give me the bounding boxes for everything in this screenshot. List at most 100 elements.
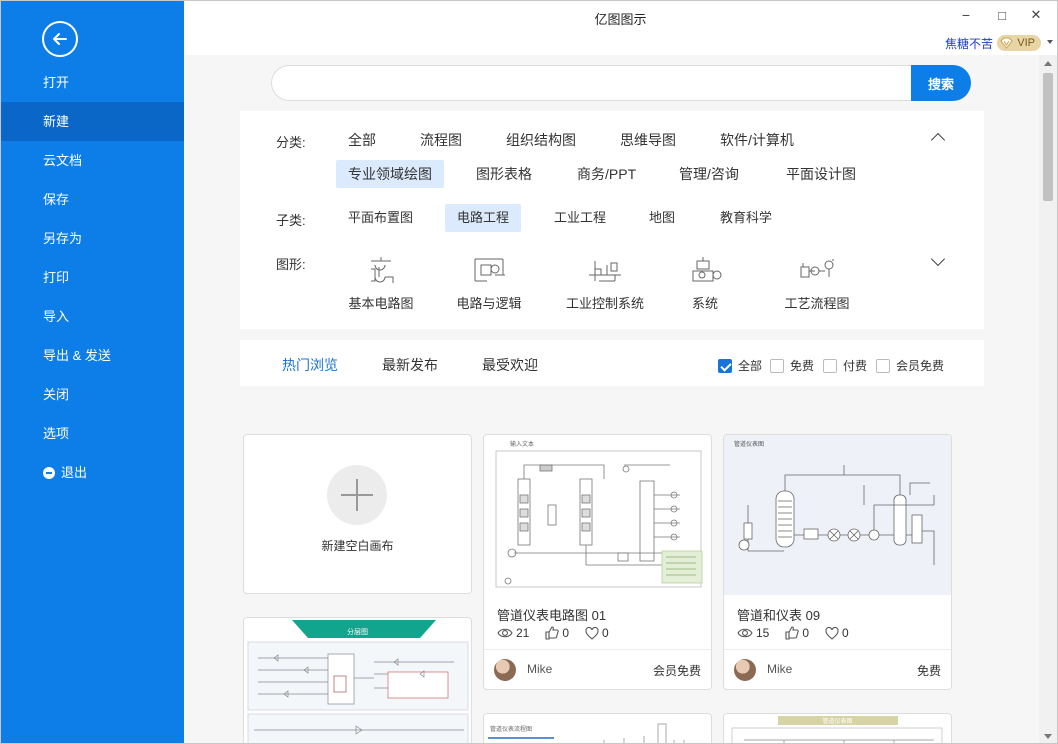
expand-chevron-down-icon[interactable] [930, 251, 946, 267]
likes-count: 0 [802, 626, 810, 640]
shape-process-flow[interactable]: 工艺流程图 [762, 255, 872, 312]
sidebar-item-label: 另存为 [43, 231, 83, 246]
scroll-down-icon[interactable] [1044, 734, 1052, 739]
sidebar-item-label: 打印 [43, 270, 70, 285]
views-stat: 21 [497, 626, 529, 640]
vip-diamond-icon [1000, 37, 1013, 49]
sidebar-item-label: 打开 [43, 75, 70, 90]
category-chip-management[interactable]: 管理/咨询 [667, 160, 751, 188]
sidebar-item-exit[interactable]: 退出 [1, 453, 184, 492]
plus-icon [327, 465, 387, 525]
sidebar-item-save[interactable]: 保存 [1, 180, 184, 219]
search-button[interactable]: 搜索 [911, 65, 971, 101]
sidebar-item-import[interactable]: 导入 [1, 297, 184, 336]
shape-item-label: 工艺流程图 [784, 296, 850, 311]
username-link[interactable]: 焦糖不苦 [945, 35, 993, 52]
scroll-thumb[interactable] [1043, 73, 1053, 201]
likes-stat[interactable]: 0 [545, 626, 569, 640]
vertical-scrollbar[interactable] [1039, 55, 1057, 743]
category-chip-software[interactable]: 软件/计算机 [708, 126, 806, 154]
shape-industrial-control[interactable]: 工业控制系统 [550, 255, 660, 312]
template-title: 管道和仪表 09 [737, 608, 821, 623]
category-chip-graphic-table[interactable]: 图形表格 [464, 160, 544, 188]
favorites-stat[interactable]: 0 [585, 626, 609, 640]
sidebar-item-export-send[interactable]: 导出 & 发送 [1, 336, 184, 375]
template-card[interactable]: 管道仪表图 [723, 713, 952, 743]
favorites-stat[interactable]: 0 [825, 626, 849, 640]
filter-paid-checkbox[interactable]: 付费 [823, 357, 867, 374]
chevron-down-icon[interactable] [1047, 40, 1053, 44]
sidebar-item-cloud-docs[interactable]: 云文档 [1, 141, 184, 180]
category-chip-professional[interactable]: 专业领域绘图 [336, 160, 444, 188]
new-blank-canvas-card[interactable]: 新建空白画布 [243, 434, 472, 594]
template-stats: 15 0 0 [737, 626, 849, 640]
filter-all-checkbox[interactable]: 全部 [718, 357, 762, 374]
process-flow-icon [800, 259, 834, 278]
search-input[interactable] [271, 65, 911, 101]
minimize-button[interactable]: − [951, 5, 981, 25]
tab-hot[interactable]: 热门浏览 [282, 355, 338, 375]
tab-latest[interactable]: 最新发布 [382, 355, 438, 375]
subcategory-chip-map[interactable]: 地图 [637, 204, 687, 232]
views-count: 15 [756, 626, 770, 640]
template-card[interactable]: 管道仪表图 管道和仪表 09 15 0 0 Mike 免费 [723, 434, 952, 690]
price-badge: 会员免费 [652, 664, 701, 678]
thumbnail-caption: 分层图 [347, 629, 368, 636]
category-chip-flowchart[interactable]: 流程图 [408, 126, 474, 154]
subcategory-chip-education[interactable]: 教育科学 [708, 204, 784, 232]
template-card[interactable]: 分层图 [243, 617, 472, 743]
maximize-button[interactable]: □ [987, 5, 1017, 25]
checkbox-icon [823, 358, 837, 373]
category-label: 分类: [276, 135, 306, 150]
category-chip-business-ppt[interactable]: 商务/PPT [565, 160, 648, 188]
shape-system[interactable]: 系统 [650, 255, 760, 312]
subcategory-chip-circuit[interactable]: 电路工程 [445, 204, 522, 232]
shape-item-label: 电路与逻辑 [456, 296, 522, 311]
checkbox-label: 全部 [738, 359, 763, 373]
avatar [494, 659, 516, 681]
sidebar-item-options[interactable]: 选项 [1, 414, 184, 453]
sidebar-item-close[interactable]: 关闭 [1, 375, 184, 414]
eye-icon [737, 628, 753, 638]
back-arrow-icon [53, 33, 67, 45]
subcategory-chip-industrial[interactable]: 工业工程 [542, 204, 618, 232]
author-name[interactable]: Mike [767, 662, 792, 676]
sidebar-item-new[interactable]: 新建 [1, 102, 184, 141]
likes-stat[interactable]: 0 [785, 626, 809, 640]
shape-circuit-logic[interactable]: 电路与逻辑 [434, 255, 544, 312]
category-chip-all[interactable]: 全部 [336, 126, 388, 154]
sidebar-item-print[interactable]: 打印 [1, 258, 184, 297]
vip-badge[interactable]: VIP [997, 35, 1041, 51]
sidebar-item-label: 选项 [43, 426, 70, 441]
close-button[interactable]: ✕ [1021, 5, 1051, 25]
shape-basic-circuit[interactable]: 基本电路图 [326, 255, 436, 312]
filter-free-checkbox[interactable]: 免费 [770, 357, 814, 374]
filter-vip-free-checkbox[interactable]: 会员免费 [876, 357, 944, 374]
template-card[interactable]: 输入文本 管道仪表电路图 01 21 0 0 Mike 会员免费 [483, 434, 712, 690]
sidebar-item-label: 退出 [61, 465, 88, 480]
pid-diagram-thumbnail [738, 465, 935, 565]
new-blank-label: 新建空白画布 [321, 539, 394, 553]
exit-icon [43, 466, 55, 479]
favorites-count: 0 [842, 626, 849, 640]
template-card[interactable]: 管道仪表流程图 [483, 713, 712, 743]
sidebar-item-label: 导入 [43, 309, 70, 324]
tab-popular[interactable]: 最受欢迎 [482, 355, 538, 375]
checkbox-label: 会员免费 [896, 359, 945, 373]
category-chip-mind-map[interactable]: 思维导图 [608, 126, 688, 154]
shape-label: 图形: [276, 257, 306, 272]
sidebar-item-open[interactable]: 打开 [1, 63, 184, 102]
thumbnail-caption: 输入文本 [510, 442, 535, 448]
collapse-chevron-up-icon[interactable] [930, 132, 946, 148]
back-button[interactable] [42, 21, 78, 57]
sidebar-item-save-as[interactable]: 另存为 [1, 219, 184, 258]
basic-circuit-icon [371, 257, 394, 283]
scroll-up-icon[interactable] [1044, 61, 1052, 66]
subcategory-chip-floor-plan[interactable]: 平面布置图 [336, 204, 425, 232]
eye-icon [497, 628, 513, 638]
avatar [734, 659, 756, 681]
category-chip-graphic-design[interactable]: 平面设计图 [774, 160, 868, 188]
category-chip-org-chart[interactable]: 组织结构图 [494, 126, 588, 154]
likes-count: 0 [562, 626, 570, 640]
author-name[interactable]: Mike [527, 662, 552, 676]
